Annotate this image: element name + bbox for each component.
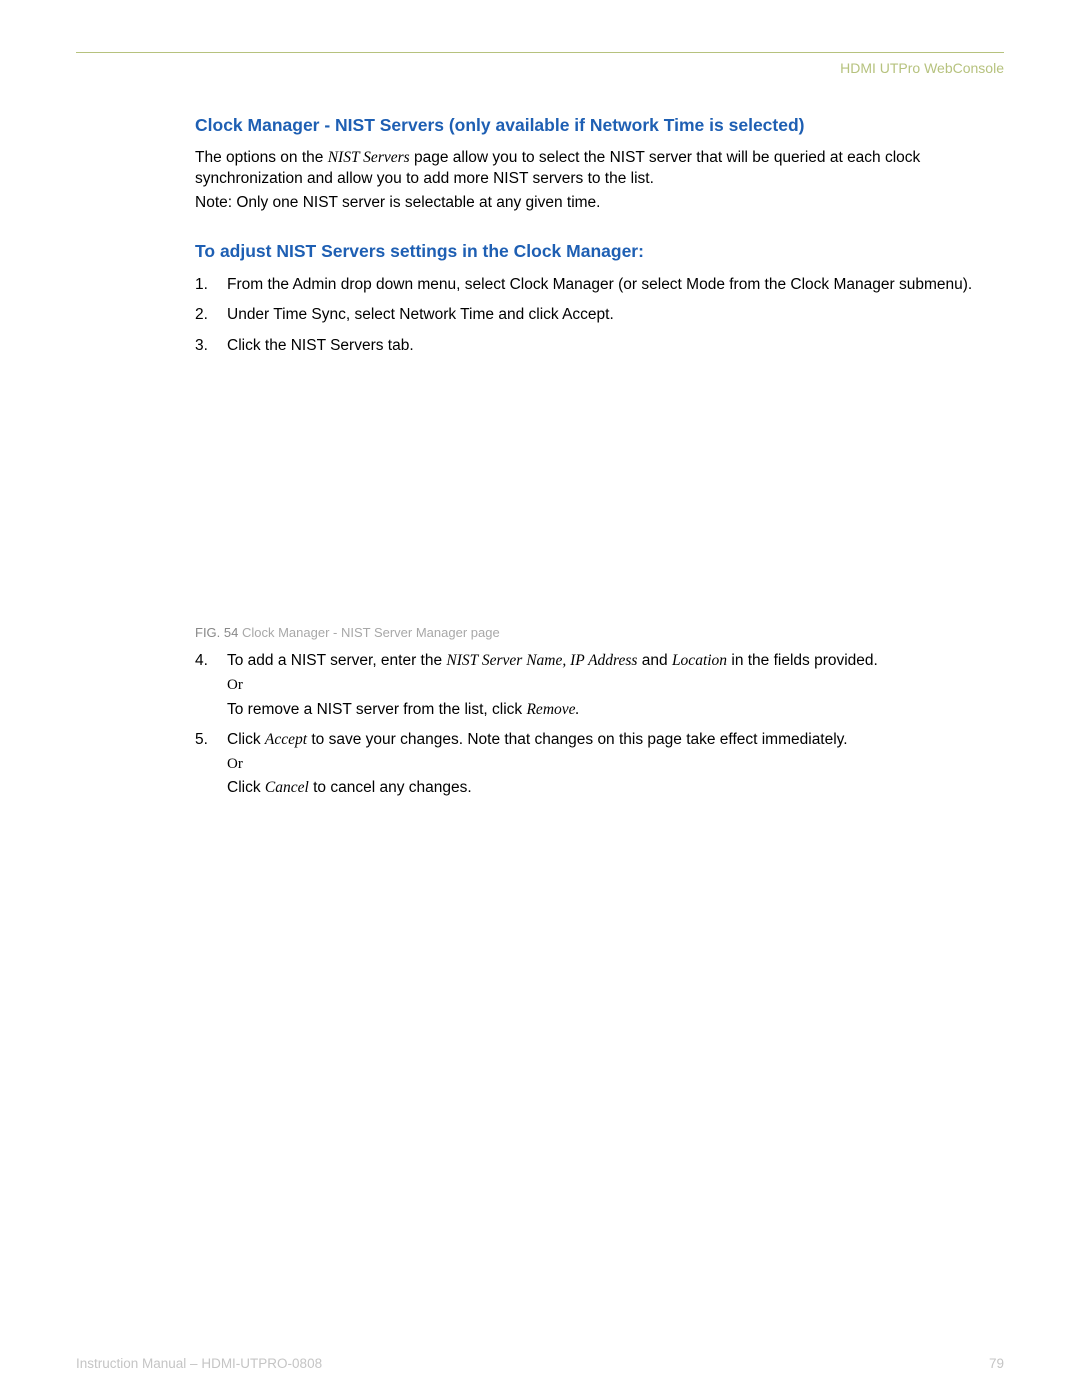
step-text: Click the NIST Servers tab. — [227, 335, 414, 357]
italic-text: NIST Server Name, IP Address — [446, 652, 637, 669]
body-content: Clock Manager - NIST Servers (only avail… — [195, 114, 1004, 808]
text: to cancel any changes. — [309, 779, 472, 796]
text: Click — [227, 779, 265, 796]
steps-list-1: 1. From the Admin drop down menu, select… — [195, 274, 1004, 357]
text: The options on the — [195, 149, 328, 166]
step-text: From the Admin drop down menu, select Cl… — [227, 274, 972, 296]
page-footer: Instruction Manual – HDMI-UTPRO-0808 79 — [76, 1356, 1004, 1371]
step-body: To add a NIST server, enter the NIST Ser… — [227, 650, 878, 721]
italic-text: Remove. — [526, 701, 579, 718]
intro-paragraph: The options on the NIST Servers page all… — [195, 148, 1004, 190]
note-paragraph: Note: Only one NIST server is selectable… — [195, 193, 1004, 214]
steps-list-2: 4. To add a NIST server, enter the NIST … — [195, 650, 1004, 799]
list-item: 3. Click the NIST Servers tab. — [195, 335, 1004, 357]
italic-text: Accept — [265, 731, 307, 748]
text: and — [637, 652, 671, 669]
header-title: HDMI UTPro WebConsole — [840, 60, 1004, 76]
figure-label: FIG. 54 — [195, 625, 238, 640]
italic-text: Cancel — [265, 779, 309, 796]
italic-text: NIST Servers — [328, 149, 410, 166]
list-item: 1. From the Admin drop down menu, select… — [195, 274, 1004, 296]
text: To remove a NIST server from the list, c… — [227, 701, 526, 718]
text: To add a NIST server, enter the — [227, 652, 446, 669]
or-text: Or — [227, 675, 878, 697]
list-item: 2. Under Time Sync, select Network Time … — [195, 304, 1004, 326]
text: in the fields provided. — [727, 652, 878, 669]
figure-title: Clock Manager - NIST Server Manager page — [238, 625, 499, 640]
step-number: 3. — [195, 335, 213, 357]
page: HDMI UTPro WebConsole Clock Manager - NI… — [0, 0, 1080, 1397]
text: to save your changes. Note that changes … — [307, 731, 848, 748]
step-number: 2. — [195, 304, 213, 326]
or-text: Or — [227, 754, 848, 776]
step-body: Click Accept to save your changes. Note … — [227, 729, 848, 800]
step-number: 1. — [195, 274, 213, 296]
italic-text: Location — [672, 652, 727, 669]
text: Click — [227, 731, 265, 748]
list-item: 4. To add a NIST server, enter the NIST … — [195, 650, 1004, 721]
heading-clock-manager: Clock Manager - NIST Servers (only avail… — [195, 114, 1004, 138]
heading-adjust-nist: To adjust NIST Servers settings in the C… — [195, 240, 1004, 264]
footer-left: Instruction Manual – HDMI-UTPRO-0808 — [76, 1356, 322, 1371]
page-number: 79 — [989, 1356, 1004, 1371]
step-text: Under Time Sync, select Network Time and… — [227, 304, 614, 326]
step-number: 4. — [195, 650, 213, 721]
header-rule — [76, 52, 1004, 53]
step-number: 5. — [195, 729, 213, 800]
list-item: 5. Click Accept to save your changes. No… — [195, 729, 1004, 800]
figure-caption: FIG. 54 Clock Manager - NIST Server Mana… — [195, 625, 1004, 640]
